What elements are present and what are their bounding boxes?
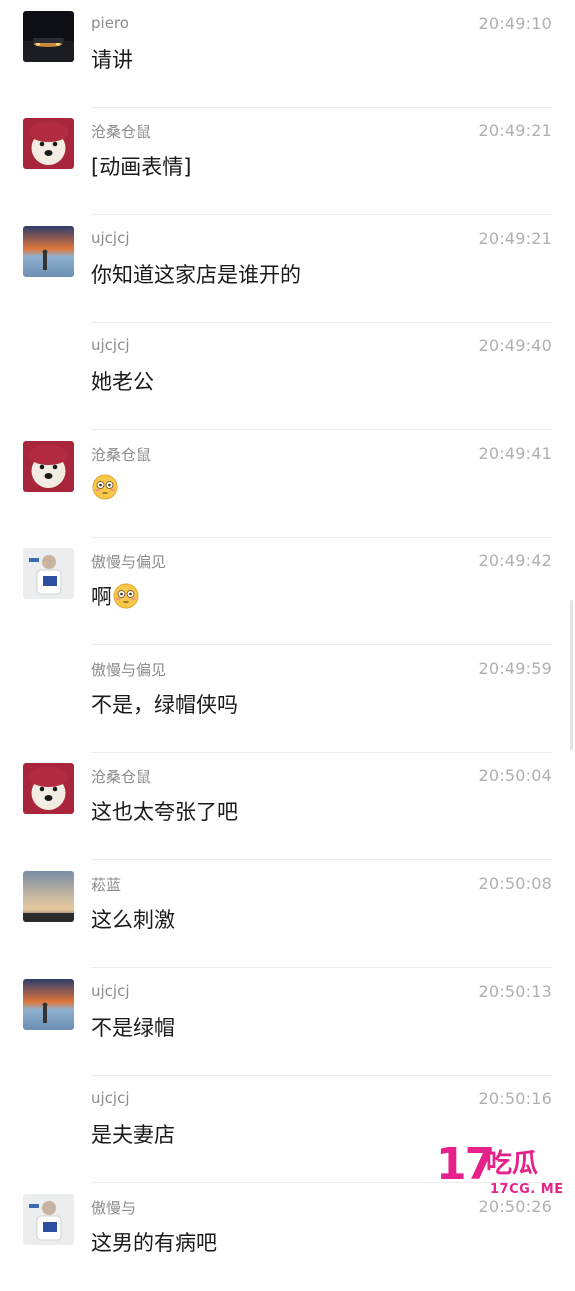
sender-name: 傲慢与偏见 [91, 661, 167, 679]
message-time: 20:50:04 [478, 766, 552, 785]
message-time: 20:50:13 [478, 982, 552, 1001]
message-text-content: 你知道这家店是谁开的 [91, 263, 301, 287]
car-night-avatar[interactable] [23, 11, 74, 62]
chat-message: ujcjcj 20:50:13 不是绿帽 [0, 968, 575, 1076]
message-time: 20:49:42 [478, 551, 552, 570]
scrollbar[interactable] [570, 600, 573, 750]
message-time: 20:49:41 [478, 444, 552, 463]
message-text-content: 这男的有病吧 [91, 1231, 217, 1255]
message-text[interactable]: 啊 [91, 581, 139, 611]
person-avatar[interactable] [23, 1194, 74, 1245]
message-text[interactable]: 不是，绿帽侠吗 [91, 689, 238, 719]
chat-message: ujcjcj 20:49:21 你知道这家店是谁开的 [0, 215, 575, 323]
chat-message: 菘蓝 20:50:08 这么刺激 [0, 860, 575, 968]
sky-avatar[interactable] [23, 871, 74, 922]
sender-name: 傲慢与 [91, 1199, 137, 1217]
message-text[interactable]: 不是绿帽 [91, 1012, 175, 1042]
watermark-logo: 17 吃瓜 17CG. ME [436, 1140, 566, 1206]
message-text-content: 是夫妻店 [91, 1123, 175, 1147]
sender-name: 沧桑仓鼠 [91, 123, 152, 141]
chat-message: 傲慢与偏见 20:49:59 不是，绿帽侠吗 [0, 645, 575, 753]
sender-name: ujcjcj [91, 229, 130, 247]
message-text-content: 请讲 [91, 48, 133, 72]
dog-avatar[interactable] [23, 441, 74, 492]
watermark-number: 17 [436, 1139, 495, 1190]
chat-message: 沧桑仓鼠 20:49:21 [动画表情] [0, 107, 575, 215]
chat-message-list: piero 20:49:10 请讲 沧桑仓鼠 20:49:21 [动画表情] u… [0, 0, 575, 1280]
sender-name: 沧桑仓鼠 [91, 768, 152, 786]
message-time: 20:49:21 [478, 121, 552, 140]
message-time: 20:49:40 [478, 336, 552, 355]
sunset-avatar[interactable] [23, 226, 74, 277]
message-text-content: [动画表情] [91, 155, 192, 179]
message-text[interactable] [91, 474, 118, 500]
message-text[interactable]: 这男的有病吧 [91, 1227, 217, 1257]
sender-name: 菘蓝 [91, 876, 122, 894]
message-text-content: 这么刺激 [91, 908, 175, 932]
message-text[interactable]: 这也太夸张了吧 [91, 796, 238, 826]
message-time: 20:50:08 [478, 874, 552, 893]
sender-name: ujcjcj [91, 1089, 130, 1107]
message-text-content: 不是，绿帽侠吗 [91, 693, 238, 717]
message-time: 20:50:16 [478, 1089, 552, 1108]
message-text[interactable]: 你知道这家店是谁开的 [91, 259, 301, 289]
chat-message: ujcjcj 20:49:40 她老公 [0, 322, 575, 430]
watermark-text: 吃瓜 [486, 1149, 539, 1179]
flushed-face-emoji [92, 474, 118, 500]
message-text-content: 啊 [91, 585, 112, 609]
message-text-content: 不是绿帽 [91, 1016, 175, 1040]
sunset-avatar[interactable] [23, 979, 74, 1030]
message-text[interactable]: 请讲 [91, 44, 133, 74]
message-text[interactable]: 这么刺激 [91, 904, 175, 934]
message-text[interactable]: 她老公 [91, 366, 154, 396]
chat-message: piero 20:49:10 请讲 [0, 0, 575, 108]
flushed-face-emoji [113, 583, 139, 609]
sender-name: ujcjcj [91, 982, 130, 1000]
dog-avatar[interactable] [23, 763, 74, 814]
chat-message: 沧桑仓鼠 20:49:41 [0, 430, 575, 538]
message-text[interactable]: 是夫妻店 [91, 1119, 175, 1149]
message-text[interactable]: [动画表情] [91, 151, 191, 181]
sender-name: 傲慢与偏见 [91, 553, 167, 571]
sender-name: 沧桑仓鼠 [91, 446, 152, 464]
chat-message: 傲慢与偏见 20:49:42 啊 [0, 537, 575, 645]
message-text-content: 她老公 [91, 370, 154, 394]
chat-message: 沧桑仓鼠 20:50:04 这也太夸张了吧 [0, 752, 575, 860]
message-time: 20:49:10 [478, 14, 552, 33]
message-time: 20:49:21 [478, 229, 552, 248]
sender-name: piero [91, 14, 129, 32]
watermark-domain: 17CG. ME [490, 1182, 564, 1197]
message-text-content: 这也太夸张了吧 [91, 800, 238, 824]
message-time: 20:49:59 [478, 659, 552, 678]
sender-name: ujcjcj [91, 336, 130, 354]
person-avatar[interactable] [23, 548, 74, 599]
dog-avatar[interactable] [23, 118, 74, 169]
